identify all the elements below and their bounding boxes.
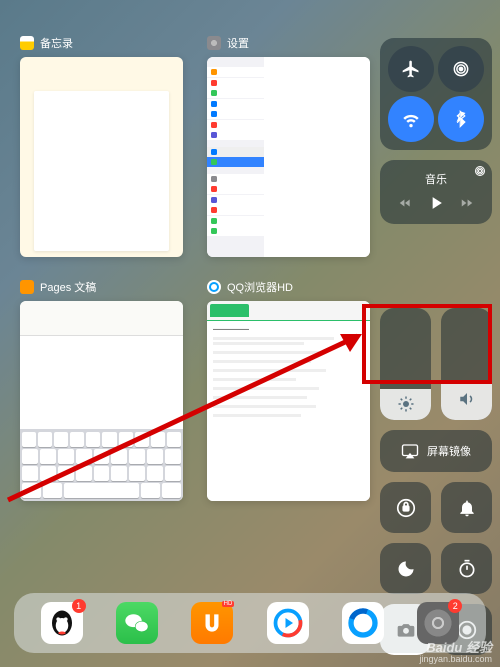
wifi-toggle[interactable] [388, 96, 434, 142]
annotation-rectangle [362, 304, 492, 384]
app-header: QQ浏览器HD [207, 279, 370, 295]
screen-mirror-label: 屏幕镜像 [427, 443, 471, 459]
moon-icon [396, 559, 416, 579]
uc-icon [199, 610, 225, 636]
app-header: 设置 [207, 35, 370, 51]
rotation-lock-icon [395, 497, 417, 519]
app-title: 备忘录 [40, 35, 73, 51]
app-title: Pages 文稿 [40, 279, 96, 295]
airdrop-toggle[interactable] [438, 46, 484, 92]
notes-icon [20, 36, 34, 50]
prev-track-icon[interactable] [398, 196, 412, 210]
bluetooth-toggle[interactable] [438, 96, 484, 142]
dock-app-settings[interactable]: 2 [417, 602, 459, 644]
app-thumbnail-settings[interactable] [207, 57, 370, 257]
airplane-icon [401, 59, 421, 79]
play-icon[interactable] [426, 193, 446, 213]
watermark-url: jingyan.baidu.com [419, 654, 492, 664]
rotation-lock-toggle[interactable] [380, 482, 431, 533]
do-not-disturb-toggle[interactable] [380, 543, 431, 594]
screen-mirror-icon [401, 443, 419, 459]
bell-icon [457, 498, 477, 518]
youku-icon [273, 608, 303, 638]
dock-app-qq[interactable]: 1 [41, 602, 83, 644]
qqbrowser-dock-icon [347, 607, 379, 639]
app-card-settings[interactable]: 设置 [207, 35, 370, 257]
hd-badge: HD [222, 601, 235, 607]
app-thumbnail-qqbrowser[interactable]: —————— [207, 301, 370, 501]
app-card-notes[interactable]: 备忘录 [20, 35, 183, 257]
soft-keyboard [20, 429, 183, 501]
music-module[interactable]: 音乐 [380, 160, 492, 224]
timer-icon [457, 559, 477, 579]
next-track-icon[interactable] [460, 196, 474, 210]
airplay-audio-icon [474, 166, 486, 178]
brightness-icon [397, 395, 415, 413]
airplane-mode-toggle[interactable] [388, 46, 434, 92]
dock-app-youku[interactable] [267, 602, 309, 644]
pages-icon [20, 280, 34, 294]
qqbrowser-icon [207, 280, 221, 294]
app-card-pages[interactable]: Pages 文稿 [20, 279, 183, 501]
watermark-brand: Baidu 经验 [426, 640, 492, 655]
badge: 1 [72, 599, 86, 613]
watermark: Baidu 经验 jingyan.baidu.com [419, 641, 492, 665]
screen-mirroring-button[interactable]: 屏幕镜像 [380, 430, 492, 472]
qq-penguin-icon [47, 608, 77, 638]
airdrop-icon [451, 59, 471, 79]
wechat-icon [123, 609, 151, 637]
app-header: Pages 文稿 [20, 279, 183, 295]
connectivity-module [380, 38, 492, 150]
app-thumbnail-notes[interactable] [20, 57, 183, 257]
badge: 2 [448, 599, 462, 613]
music-controls [398, 193, 474, 213]
app-title: QQ浏览器HD [227, 279, 293, 295]
app-switcher: 备忘录 设置 [20, 35, 370, 501]
volume-icon [458, 390, 476, 408]
app-thumbnail-pages[interactable] [20, 301, 183, 501]
wifi-icon [401, 109, 421, 129]
dock-app-qqbrowser[interactable] [342, 602, 384, 644]
dock-app-wechat[interactable] [116, 602, 158, 644]
timer-button[interactable] [441, 543, 492, 594]
app-header: 备忘录 [20, 35, 183, 51]
bluetooth-icon [452, 110, 470, 128]
settings-icon [207, 36, 221, 50]
app-card-qqbrowser[interactable]: QQ浏览器HD —————— [207, 279, 370, 501]
music-title: 音乐 [425, 171, 447, 187]
silent-mode-toggle[interactable] [441, 482, 492, 533]
dock-app-uc[interactable]: HD [191, 602, 233, 644]
app-title: 设置 [227, 35, 249, 51]
gear-icon [422, 607, 454, 639]
dock: 1 HD 2 [14, 593, 486, 653]
